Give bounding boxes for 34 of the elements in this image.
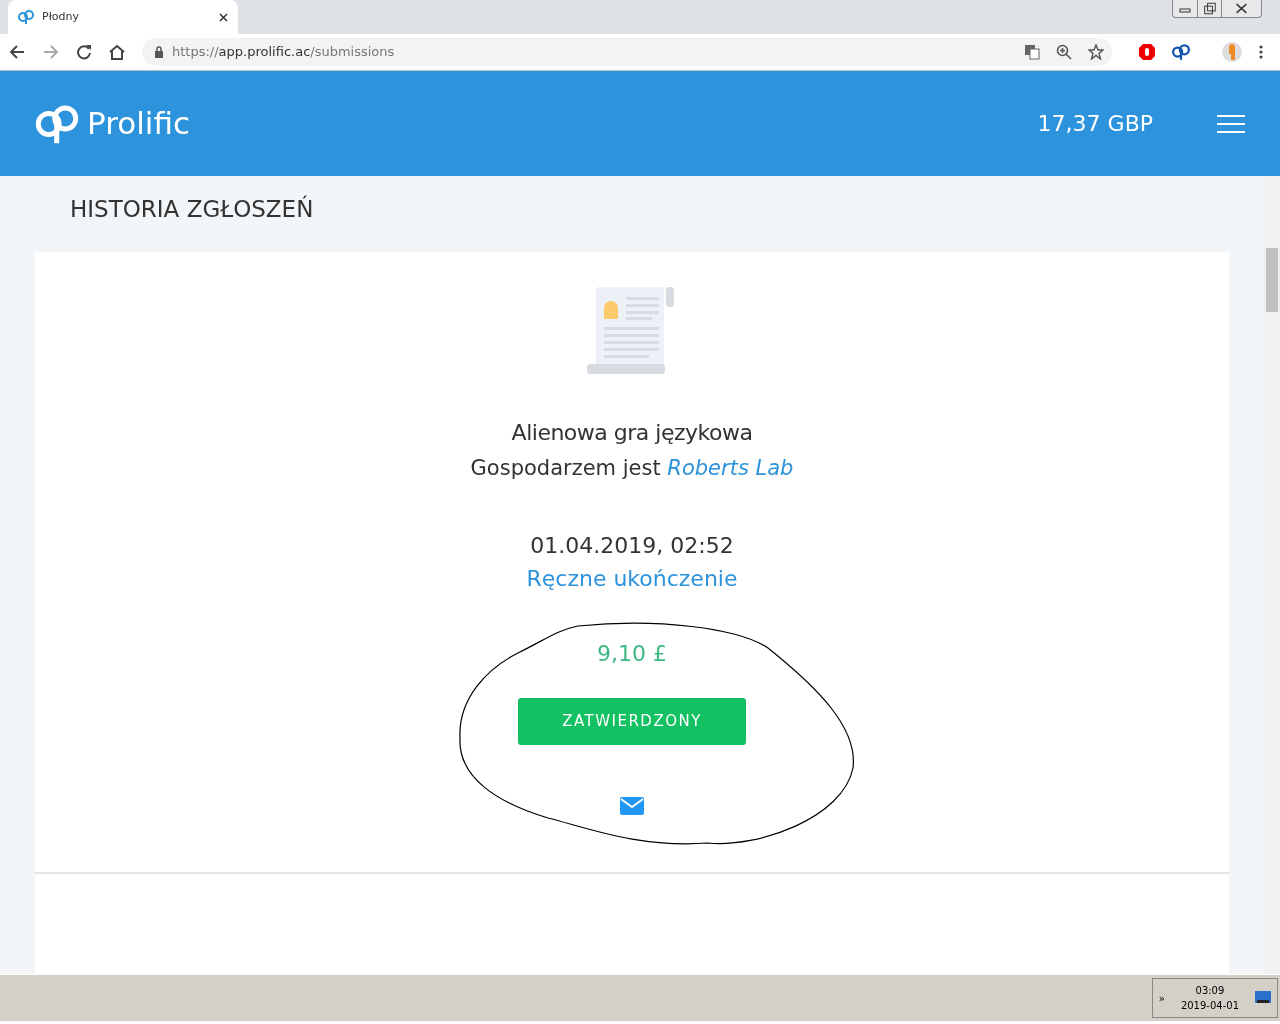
clock-time: 03:09 (1195, 984, 1225, 998)
reward-amount: 9,10 £ (597, 640, 667, 669)
status-button[interactable]: ZATWIERDZONY (518, 698, 746, 746)
star-icon[interactable] (1088, 44, 1104, 60)
close-icon[interactable] (219, 12, 228, 22)
translate-icon[interactable] (1024, 44, 1040, 60)
host-line: Gospodarzem jest Roberts Lab (470, 454, 794, 482)
zoom-icon[interactable] (1056, 44, 1072, 60)
clock-date: 2019-04-01 (1180, 999, 1239, 1013)
logo-text[interactable]: Prolific (87, 100, 190, 147)
completion-link[interactable]: Ręczne ukończenie (526, 562, 738, 596)
document-icon (587, 285, 677, 376)
monitor-icon[interactable] (1255, 991, 1271, 1005)
url-text: https://app.prolific.ac/submissions (172, 43, 396, 62)
envelope-icon[interactable] (620, 797, 644, 816)
home-icon[interactable] (108, 44, 126, 60)
page-title: HISTORIA ZGŁOSZEŃ (69, 194, 315, 224)
logo-icon[interactable] (35, 103, 79, 144)
logo-icon (18, 10, 34, 24)
balance: 17,37 GBP (1037, 110, 1153, 138)
window-controls[interactable] (1172, 0, 1262, 18)
browser-tab[interactable]: Płodny (8, 0, 238, 34)
host-link[interactable]: Roberts Lab (667, 455, 794, 480)
submission-date: 01.04.2019, 02:52 (530, 532, 734, 561)
lock-icon (154, 46, 164, 58)
address-bar[interactable]: https://app.prolific.ac/submissions (142, 38, 1112, 66)
tab-title: Płodny (42, 8, 80, 25)
study-title: Alienowa gra językowa (511, 418, 753, 447)
menu-icon[interactable] (1258, 44, 1264, 60)
reload-icon[interactable] (76, 44, 92, 60)
logo-icon[interactable] (1172, 44, 1190, 60)
back-icon[interactable] (8, 44, 26, 60)
scrollbar[interactable] (1264, 176, 1280, 974)
tray-arrow[interactable]: » (1158, 990, 1165, 1006)
